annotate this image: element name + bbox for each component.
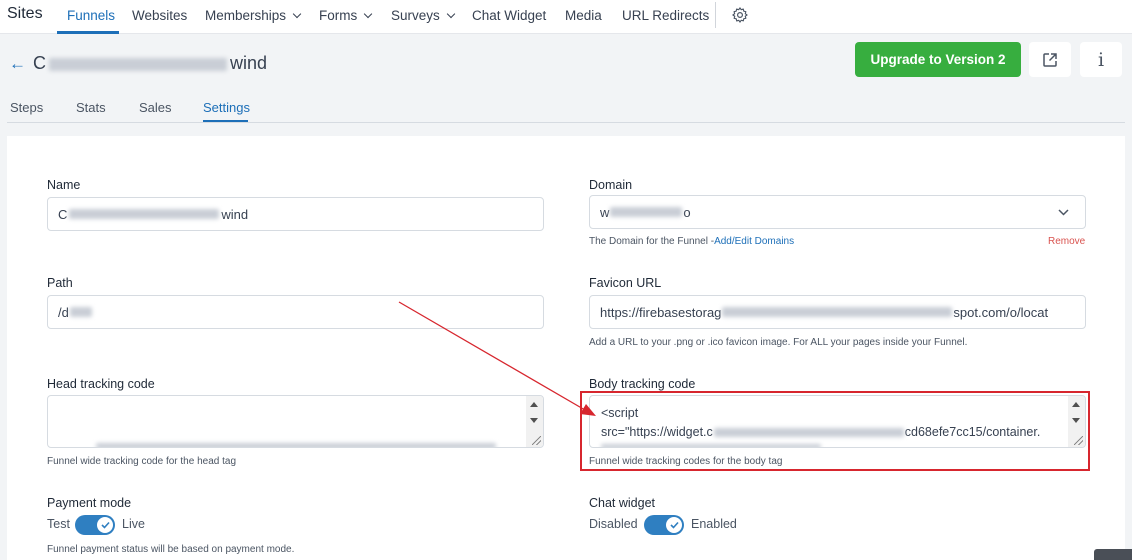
corner-widget[interactable] [1094,549,1132,560]
annotation-arrow-icon [398,301,596,416]
